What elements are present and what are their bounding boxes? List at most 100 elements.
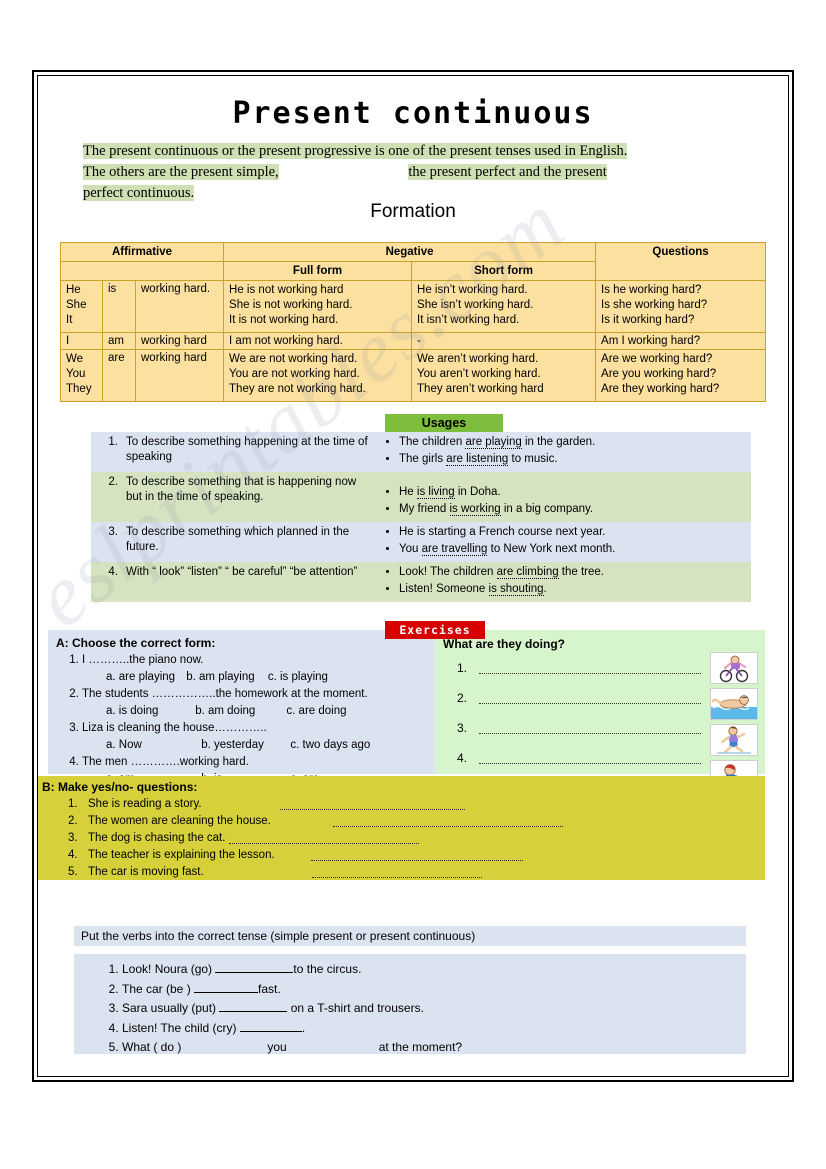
answer-options: a. are playing b. am playing c. is playi… xyxy=(106,669,435,686)
usage-row: 4. With “ look” “listen” “ be careful” “… xyxy=(91,562,751,602)
table-row: We You They are working hard We are not wo… xyxy=(60,349,767,402)
formation-header-row-1: Affirmative Negative Questions xyxy=(59,242,767,281)
option-c[interactable]: c. are doing xyxy=(286,703,346,720)
full-form-cell: He is not working hard She is not working… xyxy=(223,280,413,333)
short-form-cell: He isn’t working hard. She isn’t working … xyxy=(411,280,597,333)
answer-blank[interactable] xyxy=(311,868,482,878)
item-number: 4. xyxy=(68,849,78,861)
full-form-cell: I am not working hard. xyxy=(223,332,413,350)
short-form-cell: We aren’t working hard. You aren’t workin… xyxy=(411,349,597,402)
option-a[interactable]: a. is doing xyxy=(106,703,192,720)
usage-row: 1. To describe something happening at th… xyxy=(91,432,751,472)
usage-examples: Look! The children are climbing the tree… xyxy=(376,562,751,602)
list-item: Liza is cleaning the house………….. a. Now … xyxy=(82,720,435,754)
subject-cell: We You They xyxy=(60,349,103,402)
option-b[interactable]: b. yesterday xyxy=(201,737,287,754)
table-row: He She It is working hard. He is not worki… xyxy=(60,280,767,333)
list-item: He is living in Doha. xyxy=(399,485,746,500)
subject-cell: I xyxy=(60,332,103,350)
sentence-pre: What ( do ) xyxy=(122,1040,182,1054)
usage-row: 2. To describe something that is happeni… xyxy=(91,472,751,522)
rest-cell: working hard. xyxy=(134,280,225,333)
header-negative: Negative xyxy=(223,242,597,262)
sentence-post: on a T-shirt and trousers. xyxy=(287,1001,424,1015)
header-short-form: Short form xyxy=(411,261,597,281)
question-cell: Are we working hard? Are you working hard… xyxy=(595,349,767,402)
option-c[interactable]: c. two days ago xyxy=(290,737,370,754)
option-b[interactable]: b. am playing xyxy=(186,669,254,686)
answer-blank[interactable] xyxy=(479,753,701,764)
item-number: 1. xyxy=(68,798,78,810)
answer-blank[interactable] xyxy=(479,663,701,674)
question-text: The students ……………..the homework at the … xyxy=(82,688,368,700)
list-item: 2. The women are cleaning the house. xyxy=(68,813,765,830)
worksheet-frame: eslprintables.com Present continuous The… xyxy=(32,70,794,1082)
question-text: The dog is chasing the cat. xyxy=(88,832,226,844)
usage-text: With “ look” “listen” “ be careful” “be … xyxy=(121,562,376,602)
answer-blank[interactable] xyxy=(215,972,294,973)
answer-blank[interactable] xyxy=(229,834,420,844)
item-number: 1. xyxy=(457,661,468,675)
usages-table: 1. To describe something happening at th… xyxy=(91,432,751,602)
question-text: The women are cleaning the house. xyxy=(88,815,271,827)
list-item: Look! The children are climbing the tree… xyxy=(399,565,746,580)
list-item: 5. The car is moving fast. xyxy=(68,864,765,881)
item-number: 4. xyxy=(457,751,468,765)
bottom-exercise-list: Look! Noura (go) to the circus. The car … xyxy=(74,960,746,1058)
list-item: The girls are listening to music. xyxy=(399,452,746,467)
usage-number: 1. xyxy=(91,432,121,472)
list-item: 1. She is reading a story. xyxy=(68,796,765,813)
list-item: I ………..the piano now. a. are playing b. … xyxy=(82,652,435,686)
option-a[interactable]: a. Now xyxy=(106,737,198,754)
item-number: 2. xyxy=(68,815,78,827)
list-item: My friend is working in a big company. xyxy=(399,502,746,517)
usage-number: 3. xyxy=(91,522,121,562)
answer-blank[interactable] xyxy=(310,851,523,861)
header-full-form: Full form xyxy=(223,261,413,281)
answer-options: a. is doing b. am doing c. are doing xyxy=(106,703,435,720)
sentence-mid: you xyxy=(267,1040,287,1054)
list-item: Listen! The child (cry) . xyxy=(122,1019,746,1039)
option-c[interactable]: c. is playing xyxy=(268,669,328,686)
answer-blank[interactable] xyxy=(239,1030,302,1032)
option-b[interactable]: b. am doing xyxy=(195,703,283,720)
item-number: 3. xyxy=(68,832,78,844)
sentence-post: to the circus. xyxy=(293,962,362,976)
answer-blank[interactable] xyxy=(219,1011,288,1012)
usage-text: To describe something that is happening … xyxy=(121,472,376,522)
usage-examples: He is living in Doha. My friend is worki… xyxy=(376,472,751,522)
answer-blank[interactable] xyxy=(194,991,259,993)
short-form-cell: - xyxy=(411,332,597,350)
answer-blank[interactable] xyxy=(279,800,465,810)
swimming-clipart xyxy=(710,688,758,720)
answer-blank[interactable] xyxy=(479,693,701,704)
list-item: Look! Noura (go) to the circus. xyxy=(122,960,746,980)
exercise-a-heading: A: Choose the correct form: xyxy=(56,636,216,650)
header-questions: Questions xyxy=(595,242,767,281)
question-text: I ………..the piano now. xyxy=(82,654,204,666)
question-text: She is reading a story. xyxy=(88,798,202,810)
usage-text: To describe something which planned in t… xyxy=(121,522,376,562)
rest-cell: working hard xyxy=(134,332,225,350)
bottom-exercise-heading: Put the verbs into the correct tense (si… xyxy=(74,926,746,946)
option-a[interactable]: a. are playing xyxy=(106,669,175,686)
exercise-a-list: I ………..the piano now. a. are playing b. … xyxy=(48,652,435,788)
question-text: The men ………….working hard. xyxy=(82,756,249,768)
rest-cell: working hard xyxy=(134,349,225,402)
exercise-what-are-they-doing-panel: What are they doing? 1. 2. 3. 4. xyxy=(435,630,765,792)
sentence-post: at the moment? xyxy=(378,1040,463,1054)
usage-number: 4. xyxy=(91,562,121,602)
usage-examples: The children are playing in the garden. … xyxy=(376,432,751,472)
be-cell: are xyxy=(102,349,136,402)
worksheet-page: eslprintables.com Present continuous The… xyxy=(37,75,789,1077)
picture-column xyxy=(710,652,758,796)
list-item: He is starting a French course next year… xyxy=(399,525,746,540)
answer-blank[interactable] xyxy=(332,817,563,827)
exercise-b-panel: B: Make yes/no- questions: 1. She is rea… xyxy=(38,776,765,880)
item-number: 2. xyxy=(457,691,468,705)
answer-blank[interactable] xyxy=(479,723,701,734)
sentence-pre: Listen! The child (cry) xyxy=(122,1020,240,1035)
item-number: 5. xyxy=(68,866,78,878)
answer-options: a. Now b. yesterday c. two days ago xyxy=(106,737,435,754)
sentence-post: fast. xyxy=(258,981,281,996)
